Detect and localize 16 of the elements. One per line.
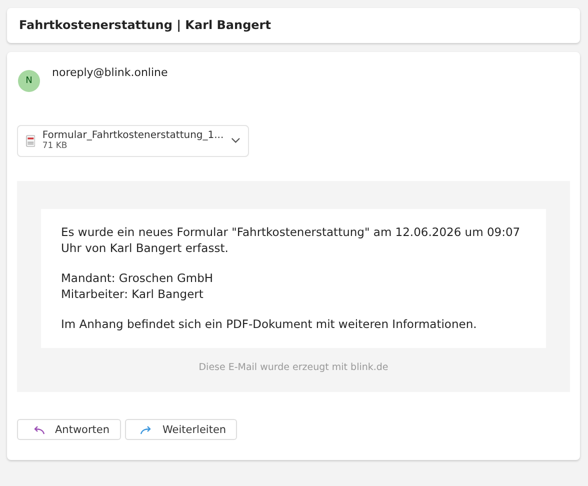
footer-note: Diese E-Mail wurde erzeugt mit blink.de [198,362,390,373]
forward-arrow-icon [140,424,153,434]
pdf-file-icon [26,134,36,148]
reply-arrow-icon [32,424,45,434]
sender-address: noreply@blink.online [52,66,168,79]
attachment-name: Formular_Fahrtkostenerstattung_1... [42,130,224,142]
sender-avatar: N [18,70,40,92]
attachment-card[interactable]: Formular_Fahrtkostenerstattung_1... 71 KB [17,125,249,157]
attachment-size: 71 KB [42,141,68,152]
reply-button[interactable]: Antworten [17,419,121,440]
chevron-down-icon[interactable] [230,137,240,144]
email-subject: Fahrtkostenerstattung | Karl Bangert [7,8,580,43]
message-paragraph: Im Anhang befindet sich ein PDF-Dokument mit weiteren Informationen. [61,316,478,332]
message-paragraph: Es wurde ein neues Formular "Fahrtkostenerstattung" am 12.06.2026 um 09:07 Uhr von Karl Bangert erfasst. [61,224,522,256]
forward-button[interactable]: Weiterleiten [124,419,238,440]
message-paragraph: Mandant: Groschen GmbH Mitarbeiter: Karl Bangert [61,270,214,302]
